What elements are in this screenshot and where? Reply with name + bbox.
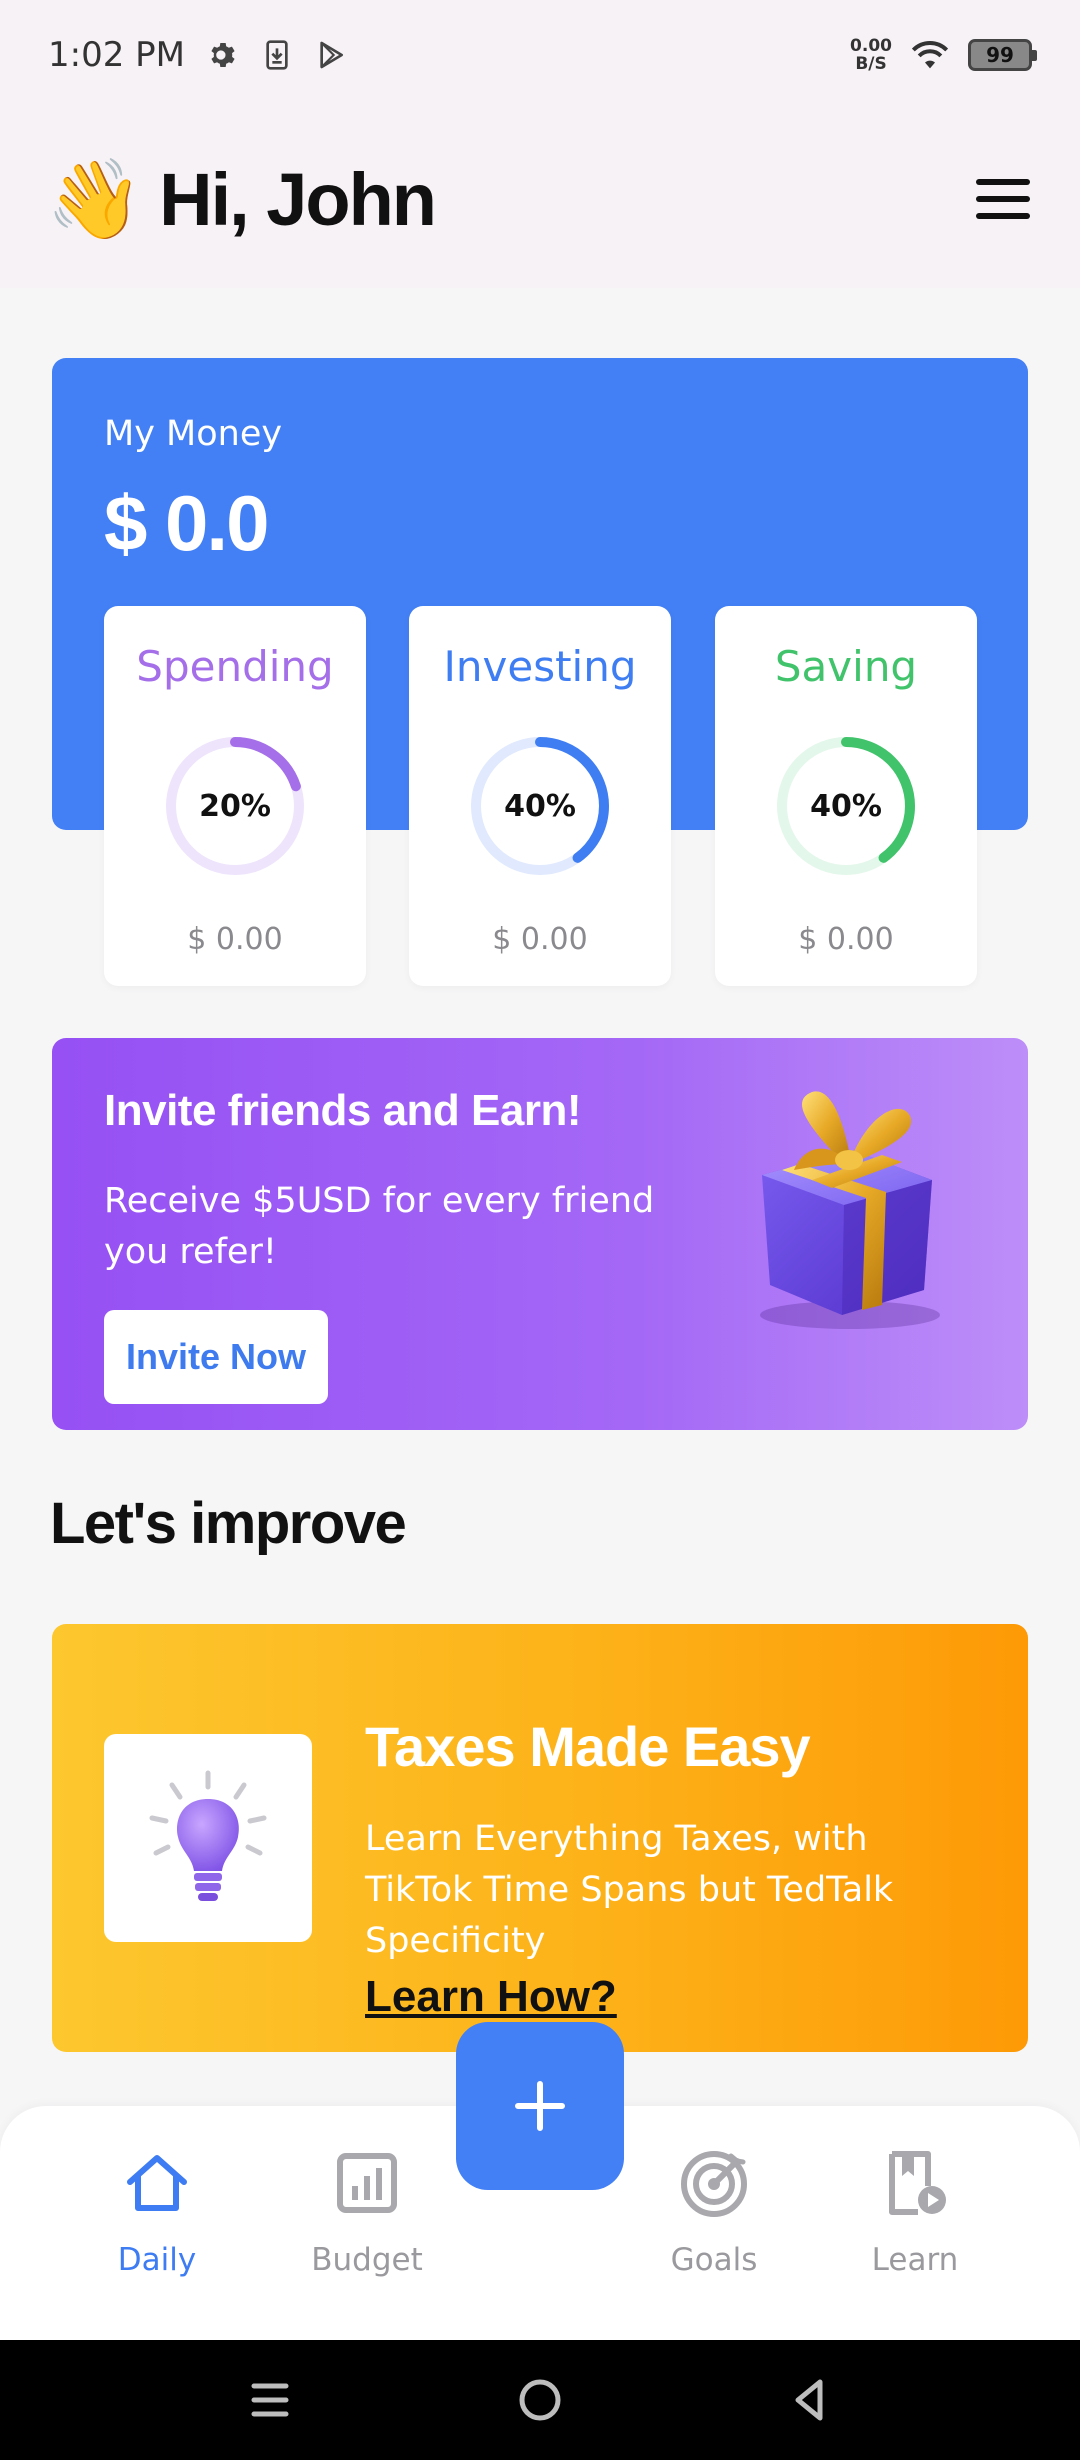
- greeting: 👋 Hi, John: [46, 155, 437, 243]
- section-heading: Let's improve: [50, 1491, 407, 1556]
- status-right: 0.00 B/S 99: [850, 37, 1037, 73]
- waving-hand-icon: 👋: [46, 155, 144, 243]
- lesson-icon: [889, 2151, 946, 2215]
- greeting-text: Hi, John: [159, 157, 437, 241]
- add-button[interactable]: [456, 2022, 624, 2190]
- recent-apps-icon[interactable]: [240, 2370, 300, 2430]
- money-label: My Money: [104, 414, 283, 454]
- menu-icon-bar: [976, 213, 1030, 219]
- taxes-description: Learn Everything Taxes, with TikTok Time…: [365, 1819, 894, 1961]
- money-value: $ 0.0: [104, 479, 269, 567]
- net-speed-value: 0.00: [850, 36, 892, 56]
- category-title: Saving: [774, 642, 918, 691]
- gear-icon: [211, 43, 235, 67]
- nav-label: Budget: [311, 2242, 423, 2278]
- menu-button[interactable]: [976, 179, 1030, 219]
- category-amount: $ 0.00: [187, 922, 283, 957]
- spending-card[interactable]: Spending 20% $ 0.00: [104, 606, 366, 986]
- nav-goals[interactable]: Goals: [629, 2146, 799, 2278]
- category-amount: $ 0.00: [798, 922, 894, 957]
- taxes-card[interactable]: Taxes Made Easy Learn Everything Taxes, …: [52, 1624, 1028, 2052]
- investing-card[interactable]: Investing 40% $ 0.00: [409, 606, 671, 986]
- nav-label: Learn: [871, 2242, 959, 2278]
- bar-chart-icon: [337, 2153, 397, 2213]
- category-title: Spending: [136, 642, 334, 691]
- status-left: 1:02 PM: [48, 35, 347, 75]
- tax-thumbnail: [104, 1734, 312, 1942]
- battery-icon: 99: [968, 39, 1037, 71]
- taxes-title: Taxes Made Easy: [365, 1715, 811, 1778]
- nav-budget[interactable]: Budget: [282, 2146, 452, 2278]
- nav-daily[interactable]: Daily: [72, 2146, 242, 2278]
- battery-level: 99: [986, 43, 1014, 67]
- invite-title: Invite friends and Earn!: [104, 1086, 581, 1135]
- target-icon: [681, 2151, 747, 2217]
- play-store-icon: [320, 41, 343, 69]
- net-speed: 0.00 B/S: [850, 37, 892, 73]
- nav-learn[interactable]: Learn: [830, 2146, 1000, 2278]
- app-header: 👋 Hi, John: [0, 110, 1080, 288]
- home-circle-icon[interactable]: [510, 2370, 570, 2430]
- menu-icon-bar: [976, 179, 1030, 185]
- invite-now-button[interactable]: Invite Now: [104, 1310, 328, 1404]
- plus-icon: [515, 2081, 565, 2131]
- nav-label: Daily: [117, 2242, 197, 2278]
- back-icon[interactable]: [780, 2370, 840, 2430]
- invite-banner: Invite friends and Earn! Receive $5USD f…: [52, 1038, 1028, 1430]
- status-time: 1:02 PM: [48, 35, 185, 75]
- learn-how-link[interactable]: Learn How?: [365, 1972, 617, 2022]
- download-icon: [266, 40, 288, 70]
- saving-card[interactable]: Saving 40% $ 0.00: [715, 606, 977, 986]
- category-percent: 40%: [504, 788, 576, 824]
- invite-subtitle: Receive $5USD for every friend you refer…: [104, 1181, 655, 1272]
- net-speed-unit: B/S: [855, 54, 887, 74]
- category-amount: $ 0.00: [492, 922, 588, 957]
- category-title: Investing: [443, 642, 637, 691]
- wifi-icon: [911, 41, 949, 69]
- status-bar: 1:02 PM 0.00 B/S 99: [0, 0, 1080, 110]
- system-nav-bar: [0, 2340, 1080, 2460]
- category-percent: 40%: [810, 788, 882, 824]
- lightbulb-icon: [149, 1770, 267, 1901]
- menu-icon-bar: [976, 196, 1030, 202]
- home-icon: [127, 2155, 187, 2211]
- gift-icon: [760, 1091, 940, 1329]
- category-percent: 20%: [199, 788, 271, 824]
- nav-label: Goals: [670, 2242, 758, 2278]
